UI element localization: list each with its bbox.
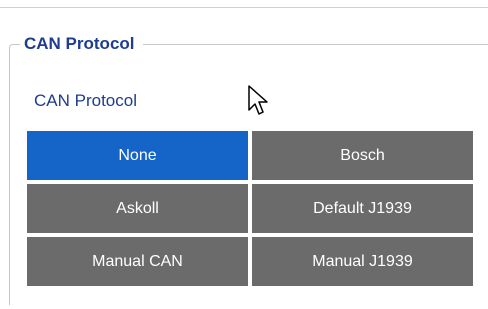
option-manual-can[interactable]: Manual CAN bbox=[27, 237, 248, 286]
option-none[interactable]: None bbox=[27, 131, 248, 180]
group-title: CAN Protocol bbox=[20, 34, 143, 54]
protocol-options: None Bosch Askoll Default J1939 Manual C… bbox=[27, 131, 473, 286]
option-default-j1939[interactable]: Default J1939 bbox=[252, 184, 473, 233]
can-protocol-label: CAN Protocol bbox=[34, 91, 137, 110]
arrow-cursor-icon bbox=[248, 85, 268, 115]
option-manual-j1939[interactable]: Manual J1939 bbox=[252, 237, 473, 286]
top-divider bbox=[0, 7, 488, 8]
option-bosch[interactable]: Bosch bbox=[252, 131, 473, 180]
option-askoll[interactable]: Askoll bbox=[27, 184, 248, 233]
